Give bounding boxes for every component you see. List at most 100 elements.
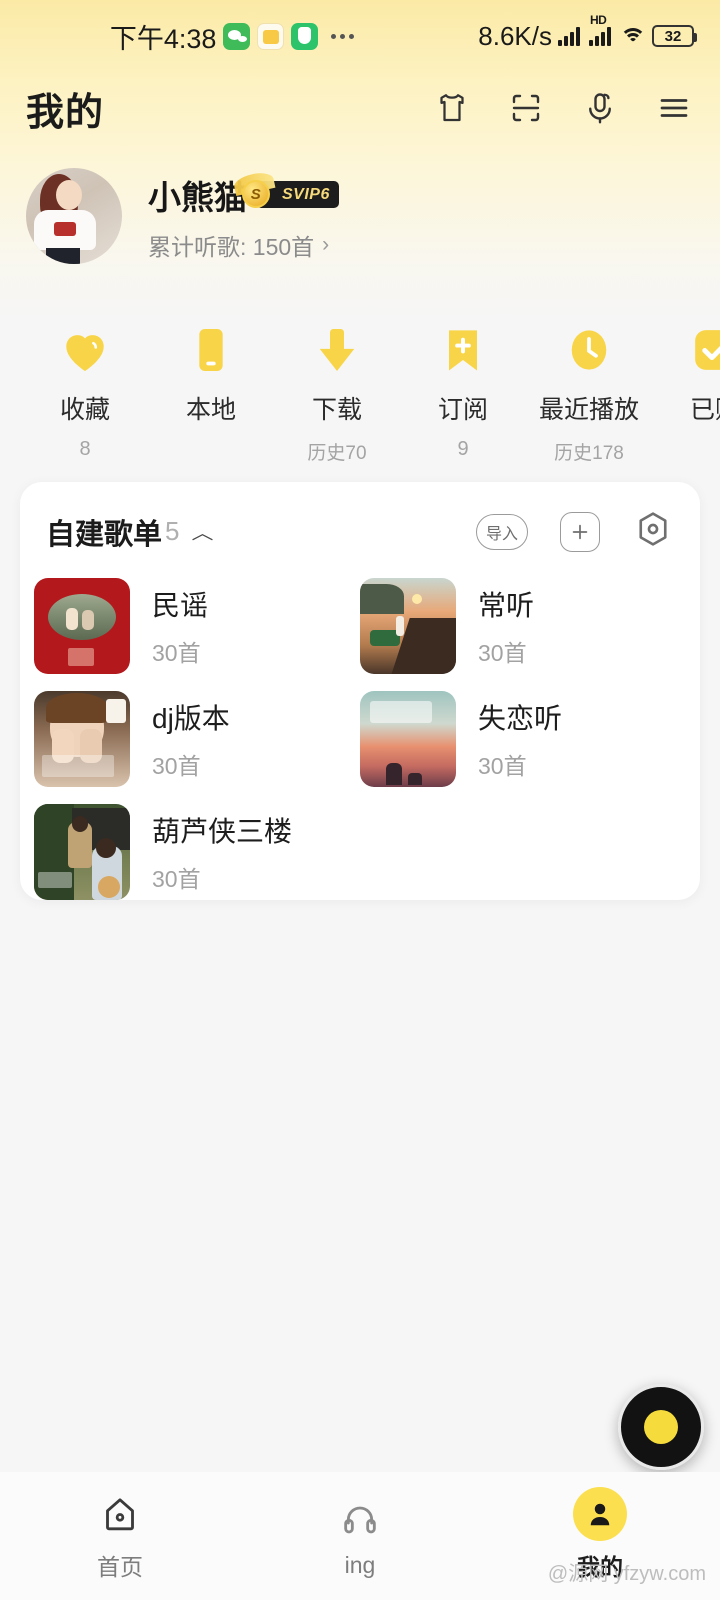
playlist-card-header: 自建歌单 5 ︿ 导入	[20, 482, 700, 555]
listen-stat-label: 累计听歌: 150首	[148, 233, 315, 260]
playlist-name: 葫芦侠三楼	[152, 815, 293, 847]
playlist-column-left: 民谣 30首 dj版本 30首 葫芦侠三楼 30首	[34, 569, 354, 908]
mini-player-button[interactable]	[618, 1384, 704, 1470]
playlist-card-actions: 导入	[476, 508, 674, 555]
playlist-song-count: 30首	[478, 639, 527, 666]
profile-section[interactable]: 小熊猫 S SVIP6 累计听歌: 150首 ›	[26, 168, 339, 264]
quick-action-sub: 历史70	[307, 443, 367, 464]
quick-action-sub: 9	[457, 438, 469, 460]
person-icon	[573, 1487, 627, 1541]
chevron-up-icon[interactable]: ︿	[191, 519, 213, 545]
playlist-cover	[34, 577, 130, 674]
list-item[interactable]: dj版本 30首	[34, 682, 354, 795]
bookmark-plus-icon	[435, 322, 491, 378]
listen-stat-row[interactable]: 累计听歌: 150首 ›	[148, 228, 339, 262]
playlist-cover	[34, 690, 130, 787]
vip-level-label: SVIP6	[282, 185, 330, 203]
playlist-cover	[360, 690, 456, 787]
playlist-meta: 葫芦侠三楼 30首	[152, 810, 292, 894]
chevron-right-icon: ›	[322, 232, 330, 256]
app-root: 下午4:38 8.6K/s HD 32 我的 小熊猫 S SVIP6 累计听歌:…	[0, 0, 720, 1600]
more-dots-icon	[331, 33, 355, 39]
list-item[interactable]: 民谣 30首	[34, 569, 354, 682]
nav-label: ing	[344, 1551, 376, 1578]
list-item[interactable]: 常听 30首	[360, 569, 680, 682]
nav-item-playing[interactable]: ing	[240, 1494, 480, 1579]
quick-action-label: 本地	[185, 396, 236, 424]
quick-action-label: 已购	[689, 396, 720, 424]
playlist-meta: 民谣 30首	[152, 584, 208, 668]
playlist-meta: 失恋听 30首	[478, 697, 562, 781]
playlist-section-title: 自建歌单	[46, 518, 163, 551]
playlist-song-count: 30首	[478, 752, 527, 779]
quick-action-download[interactable]: 下载 历史70	[274, 322, 400, 465]
network-speed-label: 8.6K/s	[478, 20, 552, 51]
playlist-meta: dj版本 30首	[152, 697, 230, 781]
vip-coin-icon: S	[242, 180, 270, 208]
headphones-icon	[340, 1494, 380, 1542]
status-bar-right: 8.6K/s HD 32	[478, 13, 697, 52]
playlist-name: dj版本	[152, 702, 230, 734]
wechat-icon	[223, 22, 251, 50]
quick-action-sub: 历史178	[554, 443, 624, 464]
list-item[interactable]: 葫芦侠三楼 30首	[34, 795, 354, 908]
playlist-count: 5	[165, 516, 180, 546]
check-icon	[687, 322, 720, 378]
playlist-name: 常听	[478, 589, 535, 621]
watermark: @源网 yfzyw.com	[547, 1563, 706, 1585]
playlist-song-count: 30首	[152, 865, 201, 892]
profile-details: 小熊猫 S SVIP6 累计听歌: 150首 ›	[148, 170, 339, 262]
quick-action-favorites[interactable]: 收藏 8	[22, 322, 148, 465]
signal-bars-icon	[558, 26, 580, 46]
playlist-cover	[360, 577, 456, 674]
menu-icon[interactable]	[654, 88, 694, 128]
playlist-settings-button[interactable]	[632, 508, 674, 555]
quick-action-purchased[interactable]: 已购	[652, 322, 720, 465]
quick-action-label: 最近播放	[538, 396, 639, 424]
profile-name-row: 小熊猫 S SVIP6	[148, 170, 339, 219]
playlist-song-count: 30首	[152, 639, 201, 666]
clock-icon	[561, 322, 617, 378]
status-badge[interactable]: S SVIP6	[232, 170, 339, 208]
playlist-cover	[34, 803, 130, 900]
heart-icon	[57, 322, 113, 378]
avatar[interactable]	[26, 168, 122, 264]
list-item[interactable]: 失恋听 30首	[360, 682, 680, 795]
voice-search-icon[interactable]	[580, 88, 620, 128]
playlist-song-count: 30首	[152, 752, 201, 779]
playlist-column-right: 常听 30首 失恋听 30首	[360, 569, 680, 795]
import-button[interactable]: 导入	[476, 513, 528, 550]
home-icon	[100, 1490, 140, 1538]
quick-action-label: 收藏	[59, 396, 110, 424]
app-header: 我的	[0, 74, 720, 142]
status-time: 下午4:38	[109, 23, 217, 54]
playlist-meta: 常听 30首	[478, 584, 534, 668]
status-bar-left: 下午4:38	[0, 17, 478, 56]
game-icon	[257, 22, 285, 50]
header-actions	[432, 88, 694, 128]
tshirt-skin-icon[interactable]	[432, 88, 472, 128]
status-bar: 下午4:38 8.6K/s HD 32	[0, 0, 720, 72]
self-created-playlist-card: 自建歌单 5 ︿ 导入 民谣 30首 dj版本 30首 葫芦侠三楼 30首 常听…	[20, 482, 700, 900]
hd-signal-icon: HD	[589, 13, 611, 46]
add-playlist-button[interactable]	[560, 511, 600, 552]
battery-level-label: 32	[664, 27, 682, 45]
quick-action-local[interactable]: 本地	[148, 322, 274, 465]
playlist-name: 民谣	[152, 589, 209, 621]
download-icon	[309, 322, 365, 378]
security-icon	[291, 22, 319, 50]
quick-action-recent[interactable]: 最近播放 历史178	[526, 322, 652, 465]
phone-icon	[183, 322, 239, 378]
quick-action-label: 订阅	[437, 396, 488, 424]
playlist-name: 失恋听	[478, 702, 563, 734]
wifi-icon	[619, 26, 646, 46]
vinyl-disc-icon	[644, 1410, 678, 1444]
page-title: 我的	[26, 81, 106, 140]
quick-action-subscribe[interactable]: 订阅 9	[400, 322, 526, 465]
quick-action-label: 下载	[311, 396, 362, 424]
quick-actions-row: 收藏 8 本地 下载 历史70 订阅 9 最近播放 历史178 已	[0, 322, 720, 465]
nav-item-home[interactable]: 首页	[0, 1490, 240, 1582]
profile-name: 小熊猫	[148, 178, 247, 216]
scan-icon[interactable]	[506, 88, 546, 128]
nav-label: 首页	[97, 1554, 143, 1580]
